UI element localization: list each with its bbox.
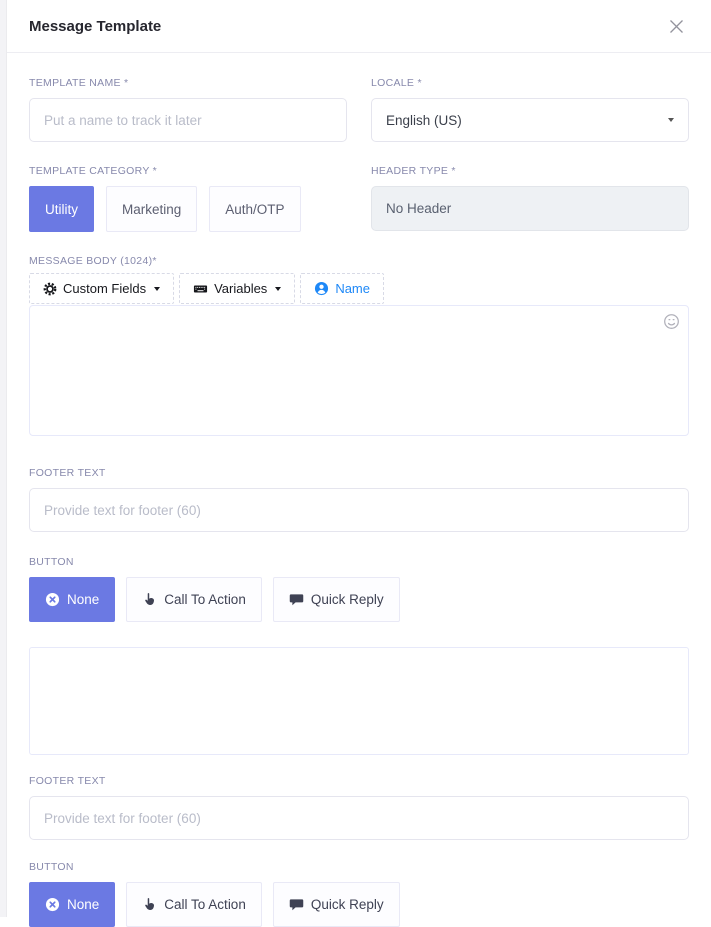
category-option-label: Marketing bbox=[122, 202, 181, 217]
button-option-call-to-action[interactable]: Call To Action bbox=[126, 577, 262, 622]
message-body-textarea[interactable] bbox=[29, 305, 689, 436]
button-option-call-to-action-2[interactable]: Call To Action bbox=[126, 882, 262, 927]
secondary-body-textarea[interactable] bbox=[29, 647, 689, 755]
category-option-label: Utility bbox=[45, 202, 78, 217]
footer-text-group-2: FOOTER TEXT bbox=[29, 775, 689, 840]
category-option-utility[interactable]: Utility bbox=[29, 186, 94, 232]
modal-title: Message Template bbox=[29, 18, 161, 35]
button-option-none-2[interactable]: None bbox=[29, 882, 115, 927]
footer-text-input[interactable] bbox=[29, 488, 689, 532]
message-body-toolbar: Custom Fields bbox=[29, 273, 689, 304]
custom-fields-dropdown-button[interactable]: Custom Fields bbox=[29, 273, 174, 304]
button-option-label: None bbox=[67, 897, 99, 912]
chevron-down-icon bbox=[154, 287, 160, 291]
close-button[interactable] bbox=[664, 14, 689, 39]
category-option-label: Auth/OTP bbox=[225, 202, 284, 217]
modal-body: TEMPLATE NAME * LOCALE * English (US) TE… bbox=[7, 53, 711, 927]
name-variable-label: Name bbox=[335, 281, 370, 296]
template-category-group: TEMPLATE CATEGORY * Utility Marketing Au… bbox=[29, 165, 347, 232]
variables-dropdown-button[interactable]: Variables bbox=[179, 273, 295, 304]
chevron-down-icon bbox=[668, 118, 674, 122]
header-type-selected-value: No Header bbox=[386, 201, 451, 216]
header-type-label: HEADER TYPE * bbox=[371, 165, 689, 177]
gear-icon bbox=[43, 282, 57, 296]
header-type-select[interactable]: No Header bbox=[371, 186, 689, 231]
template-name-label: TEMPLATE NAME * bbox=[29, 77, 347, 89]
locale-select[interactable]: English (US) bbox=[371, 98, 689, 142]
button-option-label: Call To Action bbox=[164, 897, 246, 912]
footer-text-label: FOOTER TEXT bbox=[29, 467, 689, 479]
template-category-label: TEMPLATE CATEGORY * bbox=[29, 165, 347, 177]
chevron-down-icon bbox=[275, 287, 281, 291]
button-type-label: BUTTON bbox=[29, 556, 689, 568]
footer-text-input-2[interactable] bbox=[29, 796, 689, 840]
locale-selected-value: English (US) bbox=[386, 113, 462, 128]
header-type-group: HEADER TYPE * No Header bbox=[371, 165, 689, 232]
smiley-icon bbox=[663, 318, 680, 333]
button-type-group: BUTTON None bbox=[29, 556, 689, 622]
variables-label: Variables bbox=[214, 281, 267, 296]
footer-text-label: FOOTER TEXT bbox=[29, 775, 689, 787]
speech-bubble-icon bbox=[289, 592, 304, 607]
message-body-group: MESSAGE BODY (1024)* Custom Fields bbox=[29, 255, 689, 441]
emoji-picker-button[interactable] bbox=[663, 313, 680, 330]
category-option-marketing[interactable]: Marketing bbox=[106, 186, 197, 232]
locale-label: LOCALE * bbox=[371, 77, 689, 89]
button-option-quick-reply-2[interactable]: Quick Reply bbox=[273, 882, 400, 927]
hand-pointer-icon bbox=[142, 897, 157, 912]
hand-pointer-icon bbox=[142, 592, 157, 607]
category-option-auth-otp[interactable]: Auth/OTP bbox=[209, 186, 300, 232]
speech-bubble-icon bbox=[289, 897, 304, 912]
button-option-quick-reply[interactable]: Quick Reply bbox=[273, 577, 400, 622]
close-icon bbox=[668, 23, 685, 38]
person-circle-icon bbox=[314, 281, 329, 296]
button-type-label: BUTTON bbox=[29, 861, 689, 873]
button-option-none[interactable]: None bbox=[29, 577, 115, 622]
keyboard-icon bbox=[193, 282, 208, 296]
x-circle-icon bbox=[45, 592, 60, 607]
template-name-field-group: TEMPLATE NAME * bbox=[29, 77, 347, 142]
footer-text-group: FOOTER TEXT bbox=[29, 467, 689, 532]
button-option-label: None bbox=[67, 592, 99, 607]
button-option-label: Quick Reply bbox=[311, 897, 384, 912]
message-body-label: MESSAGE BODY (1024)* bbox=[29, 255, 689, 267]
message-template-modal: Message Template TEMPLATE NAME * LOCALE … bbox=[7, 0, 711, 917]
modal-header: Message Template bbox=[7, 0, 711, 53]
locale-field-group: LOCALE * English (US) bbox=[371, 77, 689, 142]
button-type-group-2: BUTTON None bbox=[29, 861, 689, 927]
backdrop-edge bbox=[0, 0, 7, 917]
x-circle-icon bbox=[45, 897, 60, 912]
custom-fields-label: Custom Fields bbox=[63, 281, 146, 296]
button-option-label: Quick Reply bbox=[311, 592, 384, 607]
name-variable-button[interactable]: Name bbox=[300, 273, 384, 304]
button-option-label: Call To Action bbox=[164, 592, 246, 607]
template-name-input[interactable] bbox=[29, 98, 347, 142]
